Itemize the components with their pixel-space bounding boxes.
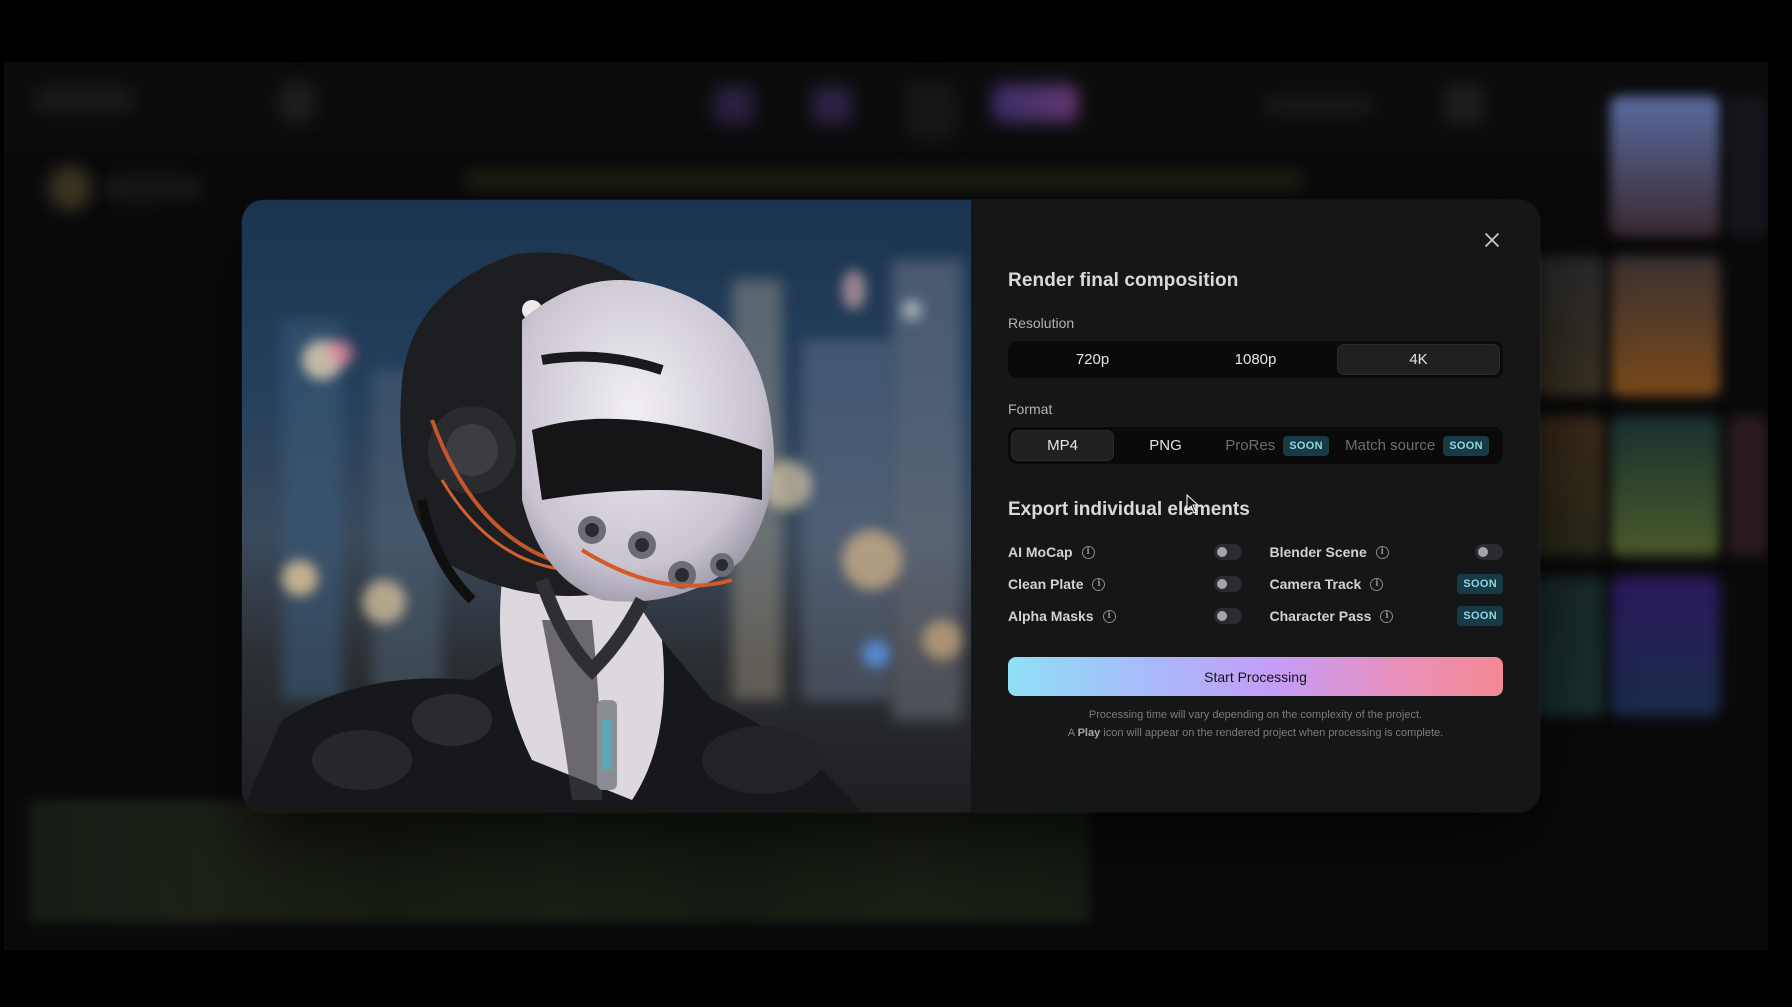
background-avatar (48, 166, 92, 210)
format-option-mp4[interactable]: MP4 (1011, 430, 1114, 461)
format-option-match-source: Match source SOON (1337, 430, 1497, 461)
element-row-blender-scene: Blender Scene i (1269, 541, 1503, 563)
resolution-option-4k[interactable]: 4K (1337, 344, 1500, 375)
export-elements-title: Export individual elements (1008, 499, 1250, 520)
info-icon[interactable]: i (1102, 609, 1116, 623)
background-thumbnail (1728, 96, 1768, 236)
background-logo (34, 86, 134, 112)
background-timeline (30, 800, 1090, 922)
element-label: Blender Scene (1269, 544, 1367, 560)
render-preview-image (242, 200, 971, 812)
render-settings-panel: Render final composition Resolution 720p… (971, 200, 1540, 812)
background-icon (812, 86, 852, 124)
element-label: Character Pass (1269, 608, 1372, 624)
soon-badge: SOON (1457, 606, 1503, 626)
format-option-png[interactable]: PNG (1114, 430, 1217, 461)
play-word: Play (1077, 727, 1101, 739)
soon-badge: SOON (1283, 435, 1329, 456)
resolution-option-720p[interactable]: 720p (1011, 344, 1174, 375)
clean-plate-toggle[interactable] (1213, 576, 1242, 592)
background-topbar (4, 62, 1768, 152)
background-icon (906, 82, 956, 142)
background-icon (280, 82, 314, 122)
element-row-camera-track: Camera Track i SOON (1269, 573, 1503, 595)
element-label: AI MoCap (1008, 544, 1073, 560)
render-modal: Render final composition Resolution 720p… (242, 200, 1540, 812)
resolution-label: Resolution (1008, 315, 1075, 331)
background-banner (464, 170, 1304, 190)
element-row-character-pass: Character Pass i SOON (1269, 605, 1503, 627)
element-label: Camera Track (1269, 576, 1362, 592)
resolution-option-1080p[interactable]: 1080p (1174, 344, 1337, 375)
processing-note: Processing time will vary depending on t… (1008, 706, 1503, 742)
element-row-ai-mocap: AI MoCap i (1008, 541, 1242, 563)
export-elements-grid: AI MoCap i Blender Scene i Clean Plate i… (1008, 541, 1503, 627)
element-row-clean-plate: Clean Plate i (1008, 573, 1242, 595)
processing-note-line2: A Play icon will appear on the rendered … (1008, 724, 1503, 742)
soon-badge: SOON (1457, 574, 1503, 594)
format-option-prores: ProRes SOON (1217, 430, 1337, 461)
background-thumbnail (1534, 256, 1604, 396)
info-icon[interactable]: i (1370, 577, 1384, 591)
background-thumbnail (1534, 416, 1604, 556)
format-label: Format (1008, 401, 1053, 417)
mouse-cursor-icon (1186, 494, 1200, 514)
format-option-label: Match source (1345, 437, 1436, 454)
element-row-alpha-masks: Alpha Masks i (1008, 605, 1242, 627)
close-icon (1485, 233, 1499, 247)
background-icon (1444, 84, 1484, 124)
background-text (1264, 96, 1374, 114)
background-thumbnail (1728, 416, 1768, 556)
element-label: Clean Plate (1008, 576, 1084, 592)
resolution-selector: 720p 1080p 4K (1008, 341, 1503, 378)
start-processing-button[interactable]: Start Processing (1008, 657, 1503, 696)
blender-scene-toggle[interactable] (1475, 544, 1503, 560)
close-button[interactable] (1482, 230, 1502, 250)
modal-title: Render final composition (1008, 270, 1239, 291)
background-thumbnail (1610, 96, 1720, 236)
info-icon[interactable]: i (1380, 609, 1394, 623)
format-selector: MP4 PNG ProRes SOON Match source SOON (1008, 427, 1503, 464)
note-suffix: icon will appear on the rendered project… (1100, 727, 1444, 739)
cyber-helmet-figure (242, 252, 862, 812)
alpha-masks-toggle[interactable] (1213, 608, 1242, 624)
ai-mocap-toggle[interactable] (1213, 544, 1242, 560)
processing-note-line1: Processing time will vary depending on t… (1088, 709, 1423, 721)
format-option-label: ProRes (1225, 437, 1276, 454)
background-thumbnail (1534, 576, 1604, 716)
element-label: Alpha Masks (1008, 608, 1094, 624)
info-icon[interactable]: i (1375, 545, 1389, 559)
background-thumbnail (1610, 256, 1720, 396)
background-button (992, 84, 1078, 122)
background-thumbnail (1610, 416, 1720, 556)
info-icon[interactable]: i (1092, 577, 1106, 591)
info-icon[interactable]: i (1081, 545, 1095, 559)
background-icon (714, 86, 754, 124)
background-thumbnail (1610, 576, 1720, 716)
background-text (104, 174, 204, 202)
soon-badge: SOON (1443, 435, 1489, 456)
note-prefix: A (1067, 727, 1078, 739)
